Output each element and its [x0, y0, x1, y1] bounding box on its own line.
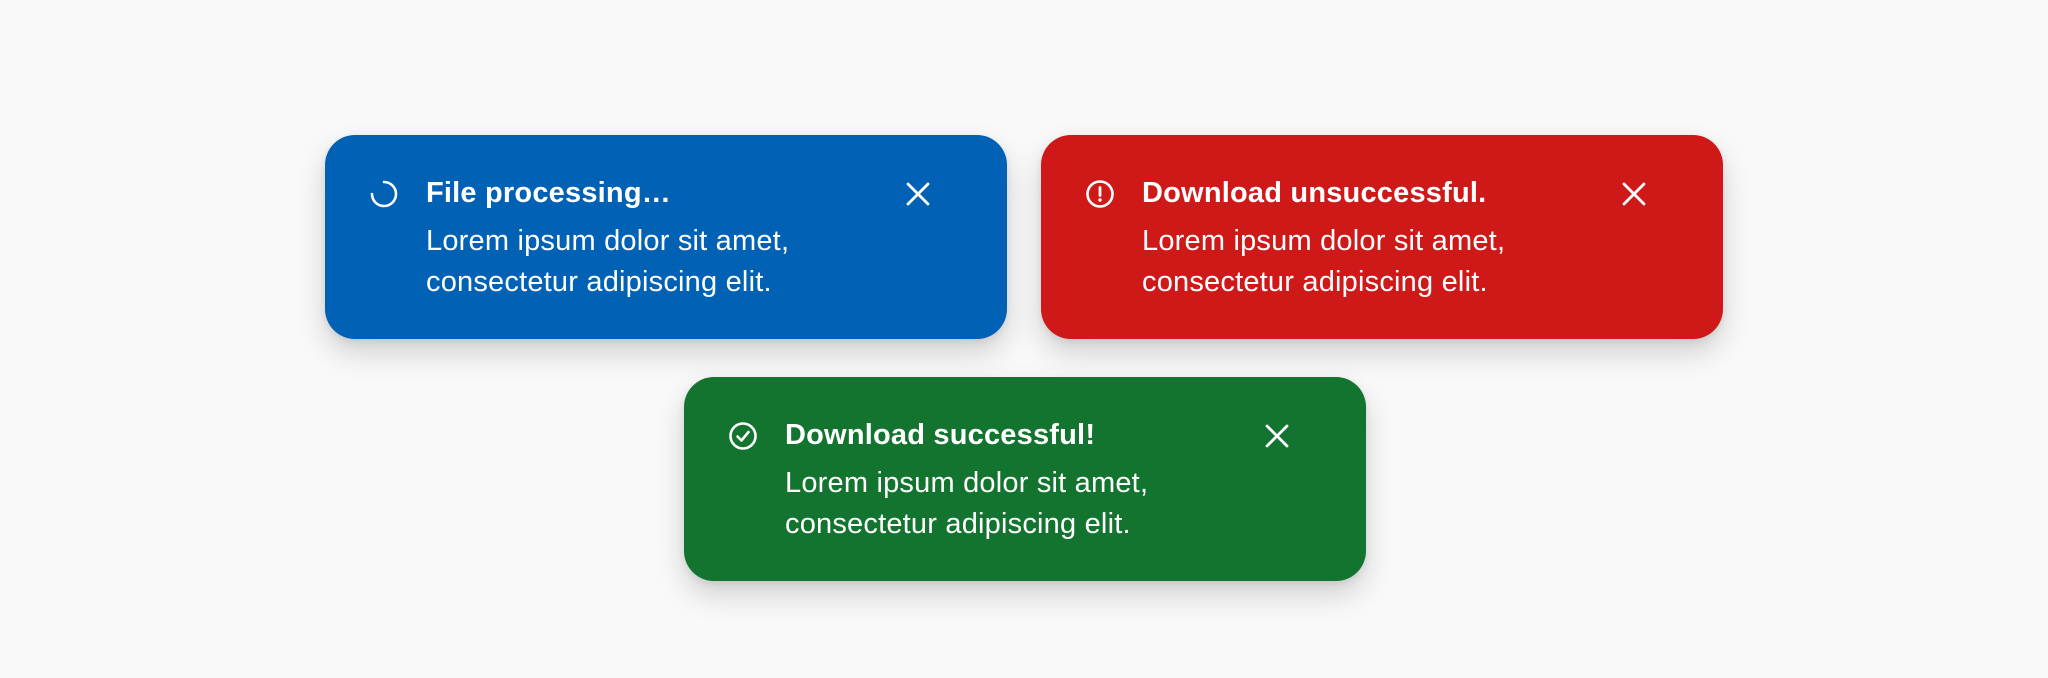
- toast-processing: File processing… Lorem ipsum dolor sit a…: [325, 135, 1007, 339]
- spinner-icon: [370, 180, 398, 208]
- check-circle-icon: [729, 422, 757, 450]
- toast-message: Lorem ipsum dolor sit amet, consectetur …: [1142, 221, 1622, 303]
- toast-message-line: Lorem ipsum dolor sit amet,: [1142, 225, 1506, 257]
- close-icon: [906, 182, 930, 206]
- toast-title: Download successful!: [785, 419, 1096, 451]
- toast-message-line: consectetur adipiscing elit.: [785, 508, 1131, 540]
- close-button[interactable]: [1616, 176, 1652, 212]
- toast-message-line: consectetur adipiscing elit.: [426, 266, 772, 298]
- toast-message-line: Lorem ipsum dolor sit amet,: [426, 225, 790, 257]
- toast-message: Lorem ipsum dolor sit amet, consectetur …: [785, 463, 1265, 545]
- toast-success: Download successful! Lorem ipsum dolor s…: [684, 377, 1366, 581]
- close-icon: [1622, 182, 1646, 206]
- toast-error: Download unsuccessful. Lorem ipsum dolor…: [1041, 135, 1723, 339]
- toast-message-line: consectetur adipiscing elit.: [1142, 266, 1488, 298]
- toast-message-line: Lorem ipsum dolor sit amet,: [785, 467, 1149, 499]
- alert-circle-icon: [1086, 180, 1114, 208]
- toast-title: Download unsuccessful.: [1142, 177, 1487, 209]
- close-icon: [1265, 424, 1289, 448]
- toast-title: File processing…: [426, 177, 671, 209]
- close-button[interactable]: [900, 176, 936, 212]
- close-button[interactable]: [1259, 418, 1295, 454]
- toast-message: Lorem ipsum dolor sit amet, consectetur …: [426, 221, 906, 303]
